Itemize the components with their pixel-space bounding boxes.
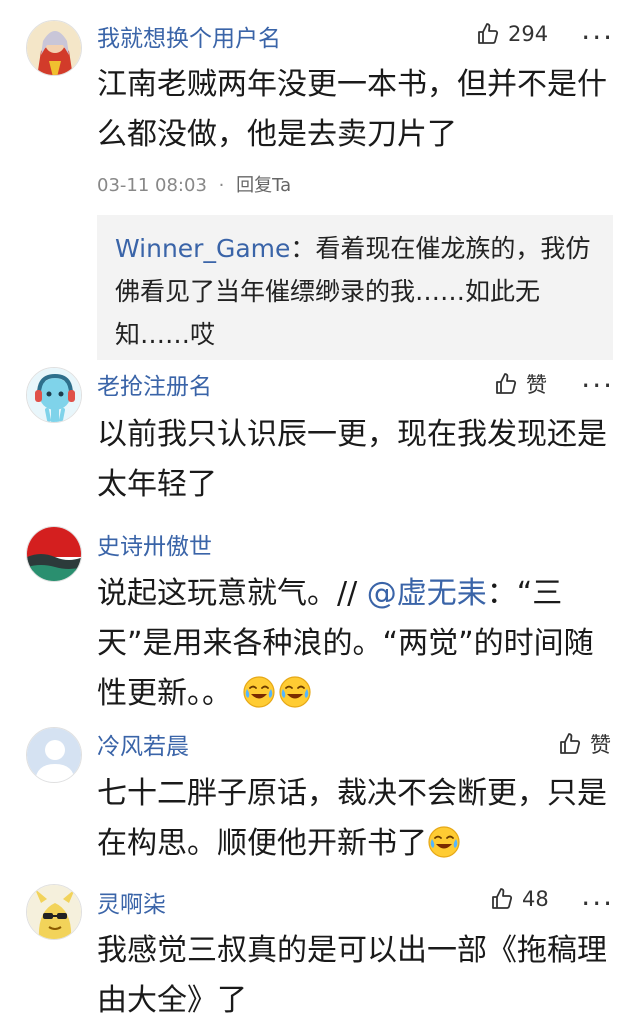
like-count: 294 bbox=[508, 22, 549, 46]
text-part: 说起这玩意就气。// bbox=[97, 576, 367, 611]
comment-meta: 03-11 08:03 · 回复Ta bbox=[97, 171, 291, 197]
comment-text: 江南老贼两年没更一本书，但并不是什么都没做，他是去卖刀片了 bbox=[97, 67, 607, 152]
avatar[interactable] bbox=[26, 727, 82, 783]
avatar[interactable] bbox=[26, 884, 82, 940]
like-label: 赞 bbox=[526, 373, 547, 397]
like-button[interactable]: 48 bbox=[490, 887, 549, 911]
like-count: 48 bbox=[522, 887, 549, 911]
like-button[interactable]: 294 bbox=[476, 22, 548, 46]
username[interactable]: 冷风若晨 bbox=[97, 727, 189, 761]
like-label: 赞 bbox=[590, 733, 611, 757]
text-part: 七十二胖子原话，裁决不会断更，只是在构思。顺便他开新书了 bbox=[97, 776, 607, 861]
avatar[interactable] bbox=[26, 20, 82, 76]
mention-link[interactable]: @虚无耒 bbox=[367, 576, 487, 611]
comment-text: 以前我只认识辰一更，现在我发现还是太年轻了 bbox=[97, 417, 607, 502]
laughing-crying-emoji bbox=[278, 675, 312, 709]
laughing-crying-emoji bbox=[242, 675, 276, 709]
quote-author[interactable]: Winner_Game bbox=[115, 234, 290, 263]
avatar[interactable] bbox=[26, 367, 82, 423]
comment-text: 我感觉三叔真的是可以出一部《拖稿理由大全》了 bbox=[97, 933, 607, 1018]
username[interactable]: 灵啊柒 bbox=[97, 885, 166, 919]
separator-dot: · bbox=[218, 175, 225, 196]
thumbs-up-icon bbox=[476, 22, 500, 46]
thumbs-up-icon bbox=[490, 887, 514, 911]
thumbs-up-icon bbox=[558, 732, 582, 756]
thumbs-up-icon bbox=[494, 372, 518, 396]
laughing-crying-emoji bbox=[427, 825, 461, 859]
quote-separator: ： bbox=[290, 234, 316, 263]
username[interactable]: 史诗卅傲世 bbox=[97, 527, 212, 561]
more-icon[interactable]: ··· bbox=[581, 372, 614, 400]
more-icon[interactable]: ··· bbox=[581, 24, 614, 52]
username[interactable]: 老抢注册名 bbox=[97, 367, 212, 401]
avatar[interactable] bbox=[26, 526, 82, 582]
like-button[interactable]: 赞 bbox=[558, 729, 611, 759]
comment-text: 说起这玩意就气。// @虚无耒：“三天”是用来各种浪的。“两觉”的时间随性更新。… bbox=[97, 569, 617, 719]
like-button[interactable]: 赞 bbox=[494, 369, 547, 399]
reply-link[interactable]: 回复Ta bbox=[236, 175, 291, 196]
username[interactable]: 我就想换个用户名 bbox=[97, 19, 281, 53]
comment-text: 七十二胖子原话，裁决不会断更，只是在构思。顺便他开新书了 bbox=[97, 769, 617, 869]
more-icon[interactable]: ··· bbox=[581, 890, 614, 918]
timestamp: 03-11 08:03 bbox=[97, 175, 207, 196]
quoted-reply[interactable]: Winner_Game：看着现在催龙族的，我仿佛看见了当年催缥缈录的我……如此无… bbox=[97, 215, 613, 360]
